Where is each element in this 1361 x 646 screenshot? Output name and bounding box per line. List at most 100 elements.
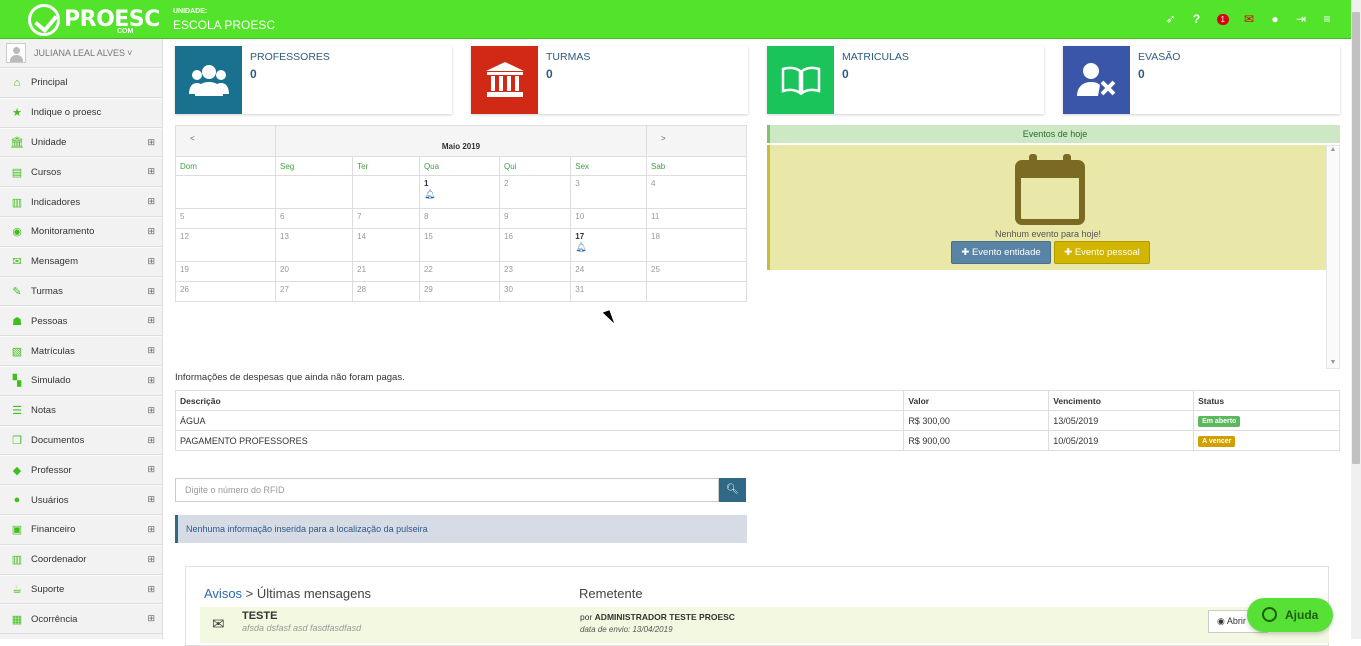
calendar-day[interactable]: 7	[352, 208, 420, 229]
expand-icon[interactable]: ⊞	[147, 226, 155, 237]
calendar-day[interactable]: 29	[418, 281, 501, 302]
calendar-day[interactable]: 16	[499, 228, 572, 262]
calendar-day[interactable]: 14	[352, 228, 420, 262]
calendar-prev-button[interactable]: <	[175, 125, 276, 157]
help-button[interactable]: Ajuda	[1247, 598, 1333, 632]
calendar-day[interactable]: 17 🔔︎	[570, 228, 647, 262]
message-row[interactable]: ✉ TESTE afsda dsfasf asd fasdfasdfasd po…	[200, 607, 1329, 643]
calendar-day[interactable]: 18	[646, 228, 747, 262]
calendar-day[interactable]: 2	[499, 175, 572, 209]
sidebar-item-coordenador[interactable]: ▥ Coordenador ⊞	[0, 544, 162, 575]
calendar-day[interactable]: 27	[274, 281, 354, 302]
calendar-day[interactable]: 30	[499, 281, 572, 302]
expand-icon[interactable]: ⊞	[147, 464, 155, 475]
expand-icon[interactable]: ⊞	[147, 584, 155, 595]
sidebar-item-ocorr-ncia[interactable]: ▦ Ocorrência ⊞	[0, 604, 162, 635]
expand-icon[interactable]: ⊞	[147, 375, 155, 386]
sidebar-item-indique-o-proesc[interactable]: ★ Indique o proesc	[0, 97, 162, 128]
calendar-day[interactable]: 1 🔔︎	[418, 175, 501, 209]
sidebar-item-professor[interactable]: ◆ Professor ⊞	[0, 455, 162, 486]
expand-icon[interactable]: ⊞	[147, 166, 155, 177]
expand-icon[interactable]: ⊞	[147, 196, 155, 207]
mail-icon[interactable]: ✉	[1243, 12, 1255, 26]
rfid-input[interactable]: Digite o número do RFID	[175, 478, 719, 502]
expand-icon[interactable]: ⊞	[147, 613, 155, 624]
expand-icon[interactable]: ⊞	[147, 137, 155, 148]
sidebar-item-simulado[interactable]: ▚ Simulado ⊞	[0, 365, 162, 396]
help-icon[interactable]: ?	[1191, 12, 1203, 26]
calendar-day[interactable]: 20	[274, 261, 354, 282]
calendar-day[interactable]: 12	[175, 228, 276, 262]
rfid-search-button[interactable]: 🔍︎	[719, 478, 746, 502]
proesc-logo[interactable]: PROESC COM	[28, 4, 160, 36]
page-scrollbar[interactable]	[1351, 0, 1361, 639]
user-name: JULIANA LEAL ALVES	[34, 48, 126, 58]
expand-icon[interactable]: ⊞	[147, 286, 155, 297]
expand-icon[interactable]: ⊞	[147, 256, 155, 267]
calendar-day[interactable]: 13	[274, 228, 354, 262]
sidebar-item-cursos[interactable]: ▤ Cursos ⊞	[0, 157, 162, 188]
user-icon[interactable]: ●	[1269, 12, 1281, 26]
notices-link[interactable]: Avisos	[204, 586, 242, 601]
expand-icon[interactable]: ⊞	[147, 554, 155, 565]
day-number: 18	[651, 232, 660, 241]
bell-icon[interactable]: 🔔︎	[575, 242, 642, 253]
calendar-day[interactable]: 23	[499, 261, 572, 282]
sidebar-item-documentos[interactable]: ❐ Documentos ⊞	[0, 425, 162, 456]
calendar-day[interactable]: 28	[352, 281, 420, 302]
scrollbar-thumb[interactable]	[1352, 12, 1360, 464]
add-personal-event-button[interactable]: ✚ Evento pessoal	[1054, 241, 1150, 264]
calendar-day[interactable]: 19	[175, 261, 276, 282]
expand-icon[interactable]: ⊞	[147, 345, 155, 356]
sidebar-item-matr-culas[interactable]: ▧ Matrículas ⊞	[0, 336, 162, 366]
calendar-day[interactable]: 31	[570, 281, 647, 302]
calendar-day[interactable]: 22	[418, 261, 501, 282]
calendar-day[interactable]: 8	[418, 208, 501, 229]
calendar-day[interactable]: 24	[570, 261, 647, 282]
notification-badge[interactable]: 1	[1216, 13, 1229, 25]
calendar-day[interactable]: 5	[175, 208, 276, 229]
expand-icon[interactable]: ⊞	[147, 315, 155, 326]
sidebar-item-indicadores[interactable]: ▥ Indicadores ⊞	[0, 187, 162, 217]
top-bar: PROESC COM UNIDADE: ESCOLA PROESC ➶ ? 1 …	[0, 0, 1351, 39]
user-menu[interactable]: JULIANA LEAL ALVES ˅	[0, 39, 162, 68]
sidebar-item-usu-rios[interactable]: ● Usuários ⊞	[0, 485, 162, 515]
bell-icon[interactable]: 🔔︎	[424, 189, 495, 200]
sidebar-item-notas[interactable]: ☰ Notas ⊞	[0, 395, 162, 426]
calendar-day[interactable]: 9	[499, 208, 572, 229]
rocket-icon[interactable]: ➶	[1165, 12, 1177, 26]
sidebar-item-turmas[interactable]: ✎ Turmas ⊞	[0, 276, 162, 307]
stat-card-turmas[interactable]: TURMAS 0	[471, 46, 748, 114]
logout-icon[interactable]: ⇥	[1295, 12, 1307, 26]
calendar-day[interactable]: 6	[274, 208, 354, 229]
calendar-day[interactable]: 21	[352, 261, 420, 282]
calendar-day[interactable]: 4	[646, 175, 747, 209]
sidebar-item-pessoas[interactable]: ☗ Pessoas ⊞	[0, 306, 162, 337]
calendar-day[interactable]: 15	[418, 228, 501, 262]
expand-icon[interactable]: ⊞	[147, 405, 155, 416]
unit-name[interactable]: ESCOLA PROESC	[173, 18, 275, 32]
calendar-next-button[interactable]: >	[646, 125, 747, 157]
sidebar-item-unidade[interactable]: 🏛︎ Unidade ⊞	[0, 127, 162, 158]
stat-label: TURMAS	[546, 51, 591, 63]
calendar-day[interactable]: 3	[570, 175, 647, 209]
calendar-day[interactable]: 10	[570, 208, 647, 229]
menu-icon[interactable]: ≡	[1321, 12, 1333, 26]
add-entity-event-button[interactable]: ✚ Evento entidade	[951, 241, 1051, 264]
sidebar-item-financeiro[interactable]: ▣ Financeiro ⊞	[0, 514, 162, 545]
stat-card-professores[interactable]: PROFESSORES 0	[175, 46, 452, 114]
events-scrollbar[interactable]: ▲ ▼	[1326, 145, 1340, 369]
stat-card-evasão[interactable]: EVASÃO 0	[1063, 46, 1340, 114]
sidebar-item-mensagem[interactable]: ✉ Mensagem ⊞	[0, 246, 162, 277]
expand-icon[interactable]: ⊞	[147, 435, 155, 446]
sidebar-item-monitoramento[interactable]: ◉ Monitoramento ⊞	[0, 216, 162, 247]
calendar-day[interactable]: 26	[175, 281, 276, 302]
sidebar-item-suporte[interactable]: ☕︎ Suporte ⊞	[0, 574, 162, 605]
column-header: Valor	[903, 390, 1050, 411]
calendar-day[interactable]: 11	[646, 208, 747, 229]
stat-card-matriculas[interactable]: MATRICULAS 0	[767, 46, 1044, 114]
sidebar-item-principal[interactable]: ⌂ Principal	[0, 68, 162, 98]
expand-icon[interactable]: ⊞	[147, 524, 155, 535]
expand-icon[interactable]: ⊞	[147, 494, 155, 505]
calendar-day[interactable]: 25	[646, 261, 747, 282]
